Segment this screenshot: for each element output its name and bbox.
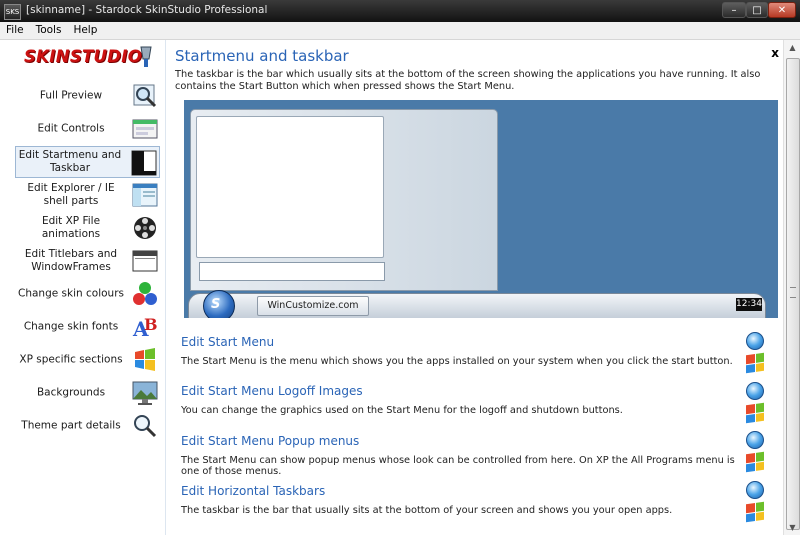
sidebar-item-full-preview[interactable]: Full Preview (15, 80, 160, 112)
windows-flag-icon[interactable] (746, 501, 764, 523)
section-edit-start-menu: Edit Start Menu The Start Menu is the me… (181, 335, 741, 367)
sidebar-item-label: XP specific sections (19, 353, 123, 366)
sidebar: SKINSTUDIO Full Preview Edit Controls Ed… (0, 40, 165, 535)
menu-help[interactable]: Help (67, 22, 103, 36)
sidebar-item-backgrounds[interactable]: Backgrounds (15, 377, 160, 409)
startmenu-icon (131, 150, 157, 176)
close-panel-button[interactable]: x (771, 46, 779, 60)
globe-icon[interactable] (746, 481, 764, 499)
sidebar-item-edit-startmenu[interactable]: Edit Startmenu and Taskbar (15, 146, 160, 178)
scrollbar-thumb[interactable] (786, 58, 800, 530)
taskbar-clock: 12:34 (736, 298, 762, 311)
sidebar-item-label: Theme part details (21, 419, 121, 432)
section-description: The taskbar is the bar that usually sits… (181, 505, 673, 516)
sidebar-item-titlebars[interactable]: Edit Titlebars and WindowFrames (15, 245, 160, 277)
svg-text:B: B (144, 315, 158, 334)
film-reel-icon (134, 217, 156, 239)
window-frame-icon (132, 250, 158, 272)
sidebar-item-label: Edit Titlebars and WindowFrames (24, 248, 118, 273)
globe-icon[interactable] (746, 332, 764, 350)
sidebar-item-edit-controls[interactable]: Edit Controls (15, 113, 160, 145)
logo-text: SKINSTUDIO (24, 47, 143, 66)
section-edit-popup-menus: Edit Start Menu Popup menus The Start Me… (181, 434, 741, 477)
skinstudio-logo: SKINSTUDIO (24, 46, 154, 71)
grip-icon (790, 287, 796, 298)
sidebar-item-theme-part-details[interactable]: Theme part details (15, 410, 160, 442)
page-description: The taskbar is the bar which usually sit… (175, 69, 761, 92)
sidebar-item-explorer[interactable]: Edit Explorer / IE shell parts (15, 179, 160, 211)
section-edit-horizontal-taskbars: Edit Horizontal Taskbars The taskbar is … (181, 484, 741, 516)
title-bar: SKS [skinname] - Stardock SkinStudio Pro… (0, 0, 800, 22)
start-menu-search-box (199, 262, 385, 281)
sidebar-item-label: Full Preview (39, 89, 103, 102)
explorer-icon (132, 183, 158, 207)
menu-tools[interactable]: Tools (30, 22, 68, 36)
vertical-scrollbar[interactable]: ▲ ▼ (783, 40, 800, 535)
app-icon: SKS (4, 4, 21, 20)
sidebar-item-label: Edit XP File animations (41, 215, 101, 240)
start-menu-preview (190, 109, 498, 291)
close-window-button[interactable]: ✕ (768, 2, 796, 18)
magnifier-small-icon (134, 415, 157, 438)
windows-flag-icon (135, 348, 155, 371)
sidebar-item-label: Backgrounds (36, 386, 106, 399)
section-description: The Start Menu can show popup menus whos… (181, 455, 735, 477)
sidebar-item-xp-file-animations[interactable]: Edit XP File animations (15, 212, 160, 244)
windows-flag-icon[interactable] (746, 451, 764, 473)
start-orb-icon: S (203, 290, 235, 318)
scroll-down-arrow-icon[interactable]: ▼ (784, 520, 800, 535)
window-title: [skinname] - Stardock SkinStudio Profess… (26, 4, 268, 16)
main-panel: Startmenu and taskbar x The taskbar is t… (165, 40, 784, 535)
taskbar-button: WinCustomize.com (257, 296, 369, 316)
color-balls-icon (133, 282, 157, 305)
sidebar-item-skin-fonts[interactable]: Change skin fonts A B (15, 311, 160, 343)
start-menu-program-list (196, 116, 384, 258)
font-ab-icon: A B (132, 315, 158, 340)
startmenu-taskbar-preview[interactable]: S WinCustomize.com 12:34 (184, 100, 778, 318)
globe-icon[interactable] (746, 431, 764, 449)
magnifier-icon (133, 84, 157, 108)
sidebar-item-label: Edit Controls (37, 122, 105, 135)
minimize-button[interactable]: – (722, 2, 746, 18)
controls-icon (132, 119, 158, 139)
sidebar-item-label: Change skin fonts (23, 320, 119, 333)
section-link[interactable]: Edit Start Menu (181, 335, 741, 349)
background-icon (132, 381, 158, 405)
page-title: Startmenu and taskbar (175, 47, 349, 65)
sidebar-item-label: Edit Explorer / IE shell parts (27, 182, 115, 207)
brush-icon (140, 46, 152, 67)
section-link[interactable]: Edit Start Menu Logoff Images (181, 384, 741, 398)
sidebar-item-xp-specific[interactable]: XP specific sections (15, 344, 160, 376)
section-link[interactable]: Edit Horizontal Taskbars (181, 484, 741, 498)
menu-bar: File Tools Help (0, 22, 800, 40)
section-description: You can change the graphics used on the … (181, 405, 623, 416)
section-edit-logoff-images: Edit Start Menu Logoff Images You can ch… (181, 384, 741, 416)
sidebar-item-label: Edit Startmenu and Taskbar (18, 149, 122, 174)
scroll-up-arrow-icon[interactable]: ▲ (784, 40, 800, 55)
section-link[interactable]: Edit Start Menu Popup menus (181, 434, 741, 448)
section-description: The Start Menu is the menu which shows y… (181, 356, 733, 367)
maximize-button[interactable]: □ (746, 2, 768, 18)
sidebar-item-label: Change skin colours (18, 287, 124, 300)
globe-icon[interactable] (746, 382, 764, 400)
windows-flag-icon[interactable] (746, 402, 764, 424)
sidebar-item-skin-colours[interactable]: Change skin colours (15, 278, 160, 310)
menu-file[interactable]: File (0, 22, 30, 36)
windows-flag-icon[interactable] (746, 352, 764, 374)
